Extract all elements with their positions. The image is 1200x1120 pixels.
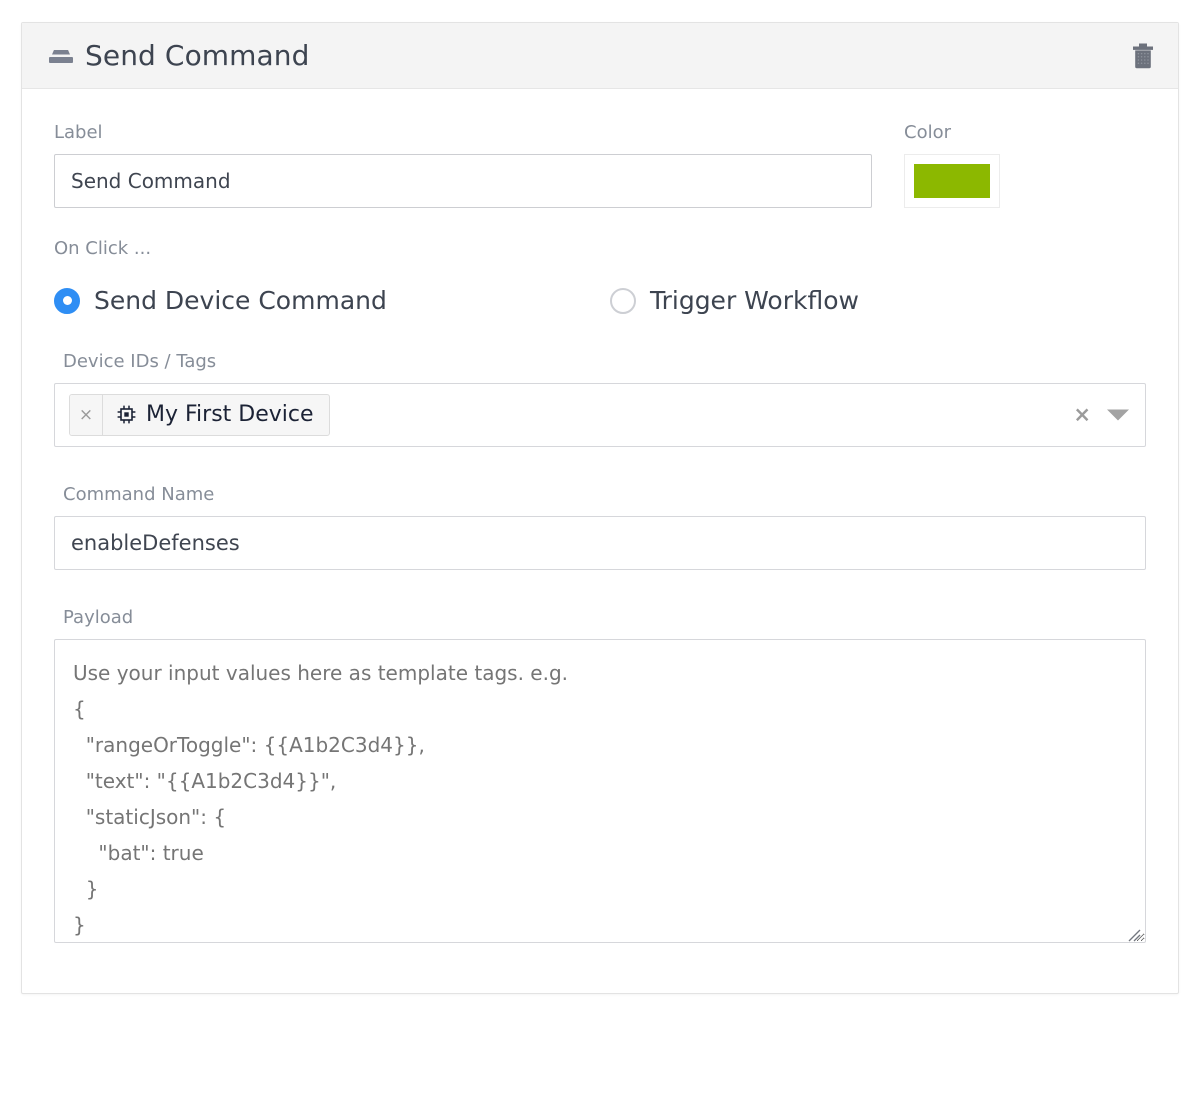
payload-group: Payload: [54, 607, 1146, 947]
radio-send-device-command-indicator: [54, 287, 80, 314]
radio-send-device-command-label: Send Device Command: [94, 286, 387, 316]
card-body: Label Color On Click ... Send Device Com…: [22, 89, 1178, 993]
color-field-label: Color: [904, 122, 951, 143]
microchip-icon: [116, 404, 137, 425]
on-click-label: On Click ...: [54, 237, 152, 259]
select-clear-button[interactable]: ×: [1073, 404, 1091, 425]
radio-trigger-workflow-label: Trigger Workflow: [650, 286, 859, 316]
command-name-label: Command Name: [63, 483, 215, 505]
on-click-radio-group: Send Device Command Trigger Workflow: [54, 286, 1146, 316]
radio-trigger-workflow[interactable]: Trigger Workflow: [610, 286, 859, 316]
command-name-input[interactable]: [54, 515, 1146, 570]
tag-remove-button[interactable]: ×: [70, 394, 103, 435]
payload-wrap: [54, 638, 1146, 947]
payload-textarea[interactable]: [54, 638, 1146, 943]
tag-content: My First Device: [103, 402, 329, 427]
select-actions: ×: [1073, 404, 1129, 425]
label-field-label: Label: [54, 122, 103, 143]
chevron-down-icon[interactable]: [1107, 409, 1129, 421]
device-ids-tags-label: Device IDs / Tags: [63, 350, 217, 372]
radio-send-device-command[interactable]: Send Device Command: [54, 286, 610, 316]
drag-handle-icon[interactable]: [48, 46, 74, 68]
color-field-group: Color: [904, 123, 1000, 208]
label-field-group: Label: [54, 123, 872, 208]
send-command-card: Send Command Label Send Command Color On…: [21, 22, 1179, 994]
payload-label: Payload: [63, 606, 134, 628]
tag-chip: × My First Device: [69, 393, 330, 436]
command-name-group: Command Name: [54, 484, 1146, 570]
device-ids-tags-group: Device IDs / Tags × My First Device ×: [54, 351, 1146, 447]
tag-label: My First Device: [146, 402, 314, 428]
color-picker-button[interactable]: [904, 153, 1000, 208]
page-root: Send Command Label Send Command Color On…: [0, 0, 1200, 1120]
device-ids-tags-select[interactable]: × My First Device ×: [54, 382, 1146, 447]
page-title: Send Command: [85, 38, 310, 72]
trash-icon[interactable]: [1132, 43, 1154, 69]
label-color-row: Label Color: [54, 123, 1146, 208]
color-swatch: [914, 163, 990, 198]
label-input[interactable]: [54, 153, 872, 208]
radio-trigger-workflow-indicator: [610, 287, 636, 314]
card-header: Send Command: [22, 23, 1178, 89]
